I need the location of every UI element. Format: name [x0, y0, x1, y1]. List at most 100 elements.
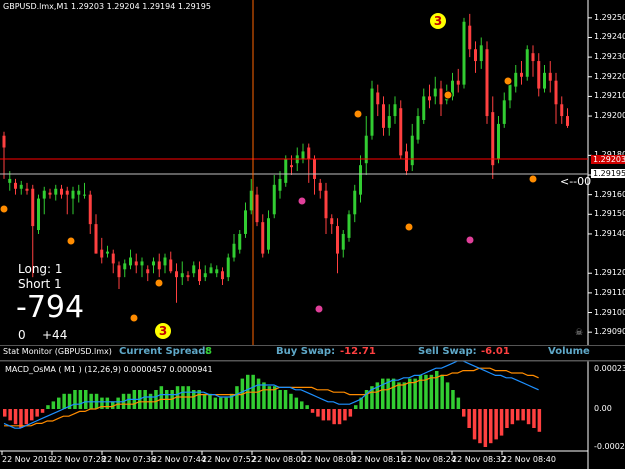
macd-histogram-bar [532, 409, 536, 428]
candle-body [60, 188, 63, 195]
candle-body [566, 116, 569, 126]
macd-histogram-bar [159, 386, 164, 409]
candle-body [2, 135, 6, 148]
candle-body [278, 178, 282, 191]
macd-histogram-bar [40, 409, 45, 413]
candle-body [439, 88, 443, 105]
macd-histogram-bar [73, 390, 77, 409]
macd-histogram-bar [327, 409, 331, 421]
macd-histogram-bar [278, 390, 282, 409]
macd-histogram-bar [202, 393, 207, 409]
macd-histogram-bar [256, 378, 261, 409]
swing-marker [66, 236, 76, 246]
candle-body [83, 194, 86, 196]
candle-body [117, 265, 121, 278]
candle-body [399, 108, 403, 156]
candle-body [393, 104, 397, 117]
price-chart[interactable] [0, 0, 625, 469]
time-tick: 22 Nov 08:32 [452, 455, 506, 464]
candle-body [77, 190, 81, 195]
macd-histogram-bar [343, 409, 347, 421]
macd-histogram-bar [526, 409, 531, 425]
candle-body [554, 80, 558, 105]
candle-body [324, 190, 328, 219]
candle-body [376, 92, 380, 105]
candle-body [502, 100, 506, 124]
candle-body [37, 198, 40, 231]
candle-body [497, 123, 500, 160]
candle-body [129, 257, 132, 266]
indicator-title: MACD_OsMA ( M1 ) (12,26,9) 0.0000457 0.0… [5, 365, 213, 374]
macd-histogram-bar [154, 390, 158, 409]
price-tick: 1.29100 [594, 307, 625, 317]
bid-price-label: 1.29195 [591, 169, 625, 178]
macd-histogram-bar [57, 397, 61, 409]
macd-histogram-bar [235, 386, 239, 409]
candle-body [261, 222, 265, 254]
macd-histogram-bar [116, 397, 120, 409]
candle-body [238, 233, 242, 250]
macd-histogram-bar [78, 390, 83, 409]
candle-body [175, 271, 178, 278]
swing-marker [465, 235, 475, 245]
swing-marker [503, 76, 513, 86]
macd-histogram-bar [505, 409, 509, 428]
candle-body [290, 165, 293, 168]
candle-body [65, 190, 69, 195]
macd-histogram-bar [19, 409, 23, 428]
macd-histogram-bar [510, 409, 515, 425]
candle-body [272, 184, 276, 215]
candle-body [456, 80, 460, 85]
price-tick: 1.29150 [594, 209, 625, 219]
candle-body [359, 165, 362, 195]
candles-layer [2, 13, 569, 303]
candle-body [25, 188, 29, 191]
candle-body [330, 218, 334, 225]
candle-body [514, 72, 518, 87]
time-tick: 22 Nov 07:52 [202, 455, 256, 464]
candle-body [19, 184, 23, 189]
stat-monitor-bar: Stat Monitor (GBPUSD.lmx) Current Spread… [0, 345, 625, 361]
candle-body [433, 88, 437, 97]
candle-body [169, 259, 173, 272]
candle-body [284, 159, 288, 183]
candle-body [48, 192, 52, 195]
price-tick: 1.29250 [594, 12, 625, 22]
macd-histogram-bar [316, 409, 320, 417]
macd-histogram-bar [127, 393, 131, 409]
macd-histogram-bar [51, 401, 56, 409]
candle-body [370, 88, 374, 136]
swing-marker [443, 90, 453, 100]
macd-histogram-bar [478, 409, 482, 444]
macd-histogram-bar [143, 390, 147, 409]
candle-body [232, 243, 236, 258]
macd-histogram-bar [348, 409, 353, 417]
sell-swap-label: Sell Swap: [418, 346, 477, 357]
candle-body [42, 190, 46, 199]
macd-histogram-bar [456, 397, 461, 409]
chart-header: GBPUSD.lmx,M1 1.29203 1.29204 1.29194 1.… [3, 2, 211, 11]
price-tick: 1.29200 [594, 111, 625, 121]
candle-body [249, 190, 253, 211]
candle-body [255, 194, 259, 223]
candle-body [387, 116, 391, 128]
macd-histogram-bar [429, 374, 434, 409]
macd-histogram-bar [402, 382, 407, 409]
wave-marker-bottom[interactable]: 3 [155, 323, 171, 339]
candle-body [152, 261, 155, 266]
candle-body [226, 257, 230, 278]
candle-body [531, 53, 535, 62]
time-tick: 22 Nov 08:16 [352, 455, 406, 464]
candle-body [100, 249, 104, 258]
candle-body [479, 45, 483, 62]
macd-histogram-bar [462, 409, 466, 417]
candle-body [468, 25, 472, 50]
macd-histogram-bar [294, 397, 299, 409]
close-icon[interactable]: ☠ [575, 328, 583, 338]
macd-histogram-bar [8, 409, 12, 421]
macd-histogram-bar [305, 405, 309, 409]
macd-histogram-bar [321, 409, 326, 421]
spread-label: Current Spread: [119, 346, 210, 357]
wave-marker-top[interactable]: 3 [430, 13, 446, 29]
candle-body [410, 135, 414, 166]
